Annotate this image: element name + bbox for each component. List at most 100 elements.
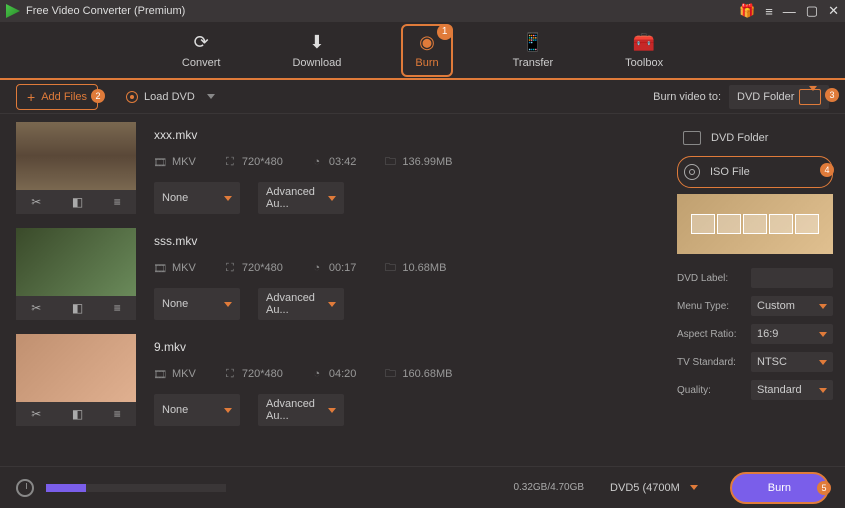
nav-convert-label: Convert: [182, 57, 221, 69]
tv-standard-value: NTSC: [757, 356, 787, 368]
nav-burn-label: Burn: [415, 57, 438, 69]
subtitle-value: None: [162, 404, 188, 416]
dvd-label-input[interactable]: [751, 268, 833, 288]
bottom-bar: 0.32GB/4.70GB DVD5 (4700M Burn 5: [0, 466, 845, 508]
thumbnail-wrap: ✂ ◧ ≡: [16, 122, 136, 214]
chevron-down-icon: [224, 196, 232, 201]
settings-icon[interactable]: ≡: [114, 407, 121, 421]
clock-icon: ◔: [311, 156, 323, 168]
nav-convert[interactable]: ⟳ Convert: [170, 26, 233, 75]
crop-icon[interactable]: ◧: [72, 407, 83, 421]
chevron-down-icon: [224, 408, 232, 413]
menu-type-select[interactable]: Custom: [751, 296, 833, 316]
burn-icon: ◉: [419, 32, 435, 53]
menu-icon[interactable]: ≡: [765, 4, 773, 19]
menu-type-label: Menu Type:: [677, 301, 743, 312]
audio-select[interactable]: Advanced Au...: [258, 288, 344, 320]
file-meta: sss.mkv 🎞MKV ⛶720*480 ◔00:17 🗀10.68MB No…: [154, 228, 649, 320]
subtitle-select[interactable]: None: [154, 288, 240, 320]
burn-to-value: DVD Folder: [737, 91, 794, 103]
preview-frame: [743, 214, 767, 234]
progress-bar: [46, 484, 226, 492]
chevron-down-icon: [328, 302, 336, 307]
tv-standard-select[interactable]: NTSC: [751, 352, 833, 372]
aspect-value: 16:9: [757, 328, 778, 340]
thumbnail[interactable]: [16, 122, 136, 190]
audio-value: Advanced Au...: [266, 292, 328, 316]
nav-download[interactable]: ⬇ Download: [280, 26, 353, 75]
titlebar: Free Video Converter (Premium) 🎁 ≡ — ▢ ✕: [0, 0, 845, 22]
cut-icon[interactable]: ✂: [31, 407, 41, 421]
file-resolution: 720*480: [242, 368, 283, 380]
maximize-icon[interactable]: ▢: [806, 3, 818, 19]
step-badge-4: 4: [820, 163, 834, 177]
step-badge-1: 1: [437, 24, 453, 40]
folder-icon: 🗀: [384, 262, 396, 274]
crop-icon[interactable]: ◧: [72, 195, 83, 209]
burn-target: Burn video to: DVD Folder 3: [653, 85, 829, 109]
cut-icon[interactable]: ✂: [31, 301, 41, 315]
window-controls: 🎁 ≡ — ▢ ✕: [739, 3, 839, 19]
sidebar-option-iso-file[interactable]: ISO File 4: [677, 156, 833, 188]
file-format: MKV: [172, 368, 196, 380]
app-title: Free Video Converter (Premium): [26, 5, 739, 17]
disc-type-select[interactable]: DVD5 (4700M: [610, 482, 698, 494]
folder-icon: 🗀: [384, 368, 396, 380]
close-icon[interactable]: ✕: [828, 3, 839, 19]
step-badge-5: 5: [817, 481, 831, 495]
disc-type-value: DVD5 (4700M: [610, 482, 680, 494]
file-size: 136.99MB: [402, 156, 452, 168]
preview-frame: [691, 214, 715, 234]
chevron-down-icon: [328, 408, 336, 413]
add-files-button[interactable]: + Add Files 2: [16, 84, 98, 110]
load-dvd-button[interactable]: Load DVD: [126, 91, 215, 103]
minimize-icon[interactable]: —: [783, 4, 796, 19]
disc-icon: [684, 164, 700, 180]
nav-transfer[interactable]: 📱 Transfer: [501, 26, 566, 75]
file-size: 10.68MB: [402, 262, 446, 274]
subtitle-select[interactable]: None: [154, 182, 240, 214]
chevron-down-icon: [799, 89, 821, 105]
settings-icon[interactable]: ≡: [114, 301, 121, 315]
audio-select[interactable]: Advanced Au...: [258, 182, 344, 214]
tv-standard-label: TV Standard:: [677, 357, 743, 368]
schedule-icon[interactable]: [16, 479, 34, 497]
aspect-select[interactable]: 16:9: [751, 324, 833, 344]
gift-icon[interactable]: 🎁: [739, 3, 755, 19]
menu-preview[interactable]: [677, 194, 833, 254]
chevron-down-icon: [819, 388, 827, 393]
progress-fill: [46, 484, 86, 492]
nav-burn[interactable]: ◉ Burn 1: [401, 24, 452, 77]
file-meta: 9.mkv 🎞MKV ⛶720*480 ◔04:20 🗀160.68MB Non…: [154, 334, 649, 426]
content-area: ✂ ◧ ≡ xxx.mkv 🎞MKV ⛶720*480 ◔03:42 🗀136.…: [0, 114, 845, 474]
burn-to-select[interactable]: DVD Folder 3: [729, 85, 829, 109]
sidebar-option-label: DVD Folder: [711, 132, 768, 144]
resolution-icon: ⛶: [224, 262, 236, 274]
audio-value: Advanced Au...: [266, 186, 328, 210]
sidebar-option-dvd-folder[interactable]: DVD Folder: [677, 124, 833, 152]
chevron-down-icon: [328, 196, 336, 201]
resolution-icon: ⛶: [224, 368, 236, 380]
film-icon: 🎞: [154, 368, 166, 380]
settings-icon[interactable]: ≡: [114, 195, 121, 209]
file-item: ✂ ◧ ≡ 9.mkv 🎞MKV ⛶720*480 ◔04:20 🗀160.68…: [16, 334, 649, 426]
size-text: 0.32GB/4.70GB: [513, 482, 584, 493]
subtitle-select[interactable]: None: [154, 394, 240, 426]
thumbnail[interactable]: [16, 228, 136, 296]
nav-toolbox[interactable]: 🧰 Toolbox: [613, 26, 675, 75]
crop-icon[interactable]: ◧: [72, 301, 83, 315]
file-resolution: 720*480: [242, 156, 283, 168]
burn-button-label: Burn: [768, 482, 791, 494]
file-duration: 04:20: [329, 368, 357, 380]
audio-select[interactable]: Advanced Au...: [258, 394, 344, 426]
file-list: ✂ ◧ ≡ xxx.mkv 🎞MKV ⛶720*480 ◔03:42 🗀136.…: [0, 114, 665, 474]
preview-frame: [769, 214, 793, 234]
disc-icon: [126, 91, 138, 103]
chevron-down-icon: [224, 302, 232, 307]
burn-button[interactable]: Burn 5: [730, 472, 829, 504]
folder-icon: [683, 131, 701, 145]
quality-select[interactable]: Standard: [751, 380, 833, 400]
cut-icon[interactable]: ✂: [31, 195, 41, 209]
thumbnail[interactable]: [16, 334, 136, 402]
film-icon: 🎞: [154, 262, 166, 274]
